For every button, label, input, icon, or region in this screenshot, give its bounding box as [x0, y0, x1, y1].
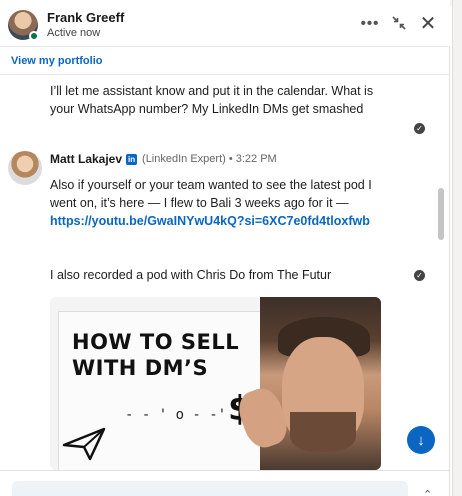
video-thumbnail[interactable]: HOW TO SELL WITH DM’S - - ' o - -' $ — [50, 297, 381, 470]
seen-check-icon: ✓ — [414, 270, 425, 281]
expand-icon[interactable]: ⌃ — [423, 488, 432, 496]
seen-check-icon: ✓ — [414, 123, 425, 134]
contact-status: Active now — [47, 27, 101, 39]
message-text: I’ll let me assistant know and put it in… — [50, 84, 374, 116]
divider — [0, 470, 450, 471]
portfolio-bar: View my portfolio — [0, 47, 450, 75]
header-avatar[interactable] — [8, 10, 39, 41]
thumbnail-beard — [290, 412, 356, 452]
contact-name[interactable]: Frank Greeff — [47, 10, 124, 25]
thumbnail-title-line: HOW TO SELL — [72, 330, 240, 354]
chat-window: Frank Greeff Active now ••• ✕ View my po… — [0, 0, 450, 496]
sender-meta: (LinkedIn Expert) • 3:22 PM — [142, 153, 277, 165]
paper-plane-icon — [62, 427, 106, 461]
youtube-link[interactable]: https://youtu.be/GwaINYwU4kQ?si=6XC7e0fd… — [50, 214, 370, 228]
sender-header: Matt Lakajev in (LinkedIn Expert) • 3:22… — [50, 152, 277, 166]
view-portfolio-link[interactable]: View my portfolio — [11, 55, 102, 67]
minimize-arrows-icon — [392, 16, 406, 30]
online-status-icon — [29, 31, 39, 41]
message-input[interactable] — [12, 481, 408, 496]
sender-avatar[interactable] — [8, 151, 42, 185]
message-body: Also if yourself or your team wanted to … — [50, 178, 372, 210]
more-options-icon[interactable]: ••• — [359, 12, 381, 34]
sender-name[interactable]: Matt Lakajev — [50, 152, 122, 166]
dashed-path: - - ' o - -' — [125, 407, 227, 423]
background-page-edge — [452, 0, 462, 496]
scroll-down-button[interactable]: ↓ — [407, 426, 435, 454]
thumbnail-title: HOW TO SELL WITH DM’S — [72, 329, 239, 381]
message-text: Also if yourself or your team wanted to … — [50, 176, 390, 230]
scrollbar[interactable] — [438, 188, 444, 240]
linkedin-premium-icon: in — [126, 153, 138, 165]
chat-header[interactable]: Frank Greeff Active now ••• ✕ — [0, 0, 450, 47]
message-text: I also recorded a pod with Chris Do from… — [50, 268, 332, 282]
minimize-icon[interactable] — [388, 12, 410, 34]
close-icon[interactable]: ✕ — [417, 12, 439, 35]
thumbnail-title-line: WITH DM’S — [72, 356, 209, 380]
